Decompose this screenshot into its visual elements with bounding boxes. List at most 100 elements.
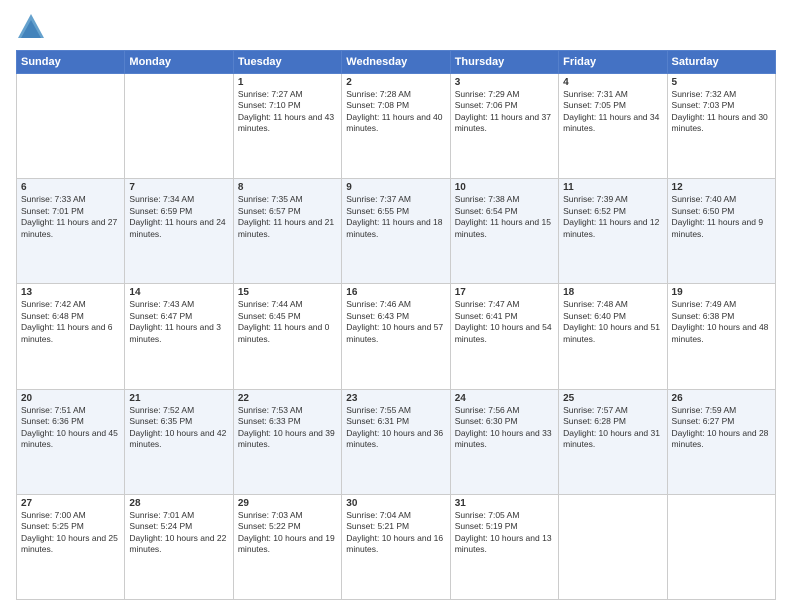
day-number: 8 bbox=[238, 182, 337, 193]
day-cell: 7Sunrise: 7:34 AMSunset: 6:59 PMDaylight… bbox=[125, 179, 233, 284]
day-info: Sunrise: 7:46 AMSunset: 6:43 PMDaylight:… bbox=[346, 299, 445, 345]
day-number: 20 bbox=[21, 393, 120, 404]
day-number: 7 bbox=[129, 182, 228, 193]
day-info: Sunrise: 7:40 AMSunset: 6:50 PMDaylight:… bbox=[672, 194, 771, 240]
day-number: 26 bbox=[672, 393, 771, 404]
day-number: 21 bbox=[129, 393, 228, 404]
day-cell: 16Sunrise: 7:46 AMSunset: 6:43 PMDayligh… bbox=[342, 284, 450, 389]
day-cell: 26Sunrise: 7:59 AMSunset: 6:27 PMDayligh… bbox=[667, 389, 775, 494]
day-info: Sunrise: 7:29 AMSunset: 7:06 PMDaylight:… bbox=[455, 89, 554, 135]
day-cell: 8Sunrise: 7:35 AMSunset: 6:57 PMDaylight… bbox=[233, 179, 341, 284]
week-row-2: 6Sunrise: 7:33 AMSunset: 7:01 PMDaylight… bbox=[17, 179, 776, 284]
day-cell: 15Sunrise: 7:44 AMSunset: 6:45 PMDayligh… bbox=[233, 284, 341, 389]
day-info: Sunrise: 7:57 AMSunset: 6:28 PMDaylight:… bbox=[563, 405, 662, 451]
day-number: 23 bbox=[346, 393, 445, 404]
week-row-4: 20Sunrise: 7:51 AMSunset: 6:36 PMDayligh… bbox=[17, 389, 776, 494]
day-cell: 12Sunrise: 7:40 AMSunset: 6:50 PMDayligh… bbox=[667, 179, 775, 284]
day-number: 27 bbox=[21, 498, 120, 509]
day-info: Sunrise: 7:32 AMSunset: 7:03 PMDaylight:… bbox=[672, 89, 771, 135]
day-number: 30 bbox=[346, 498, 445, 509]
day-cell: 23Sunrise: 7:55 AMSunset: 6:31 PMDayligh… bbox=[342, 389, 450, 494]
day-info: Sunrise: 7:43 AMSunset: 6:47 PMDaylight:… bbox=[129, 299, 228, 345]
day-number: 22 bbox=[238, 393, 337, 404]
day-number: 12 bbox=[672, 182, 771, 193]
day-info: Sunrise: 7:47 AMSunset: 6:41 PMDaylight:… bbox=[455, 299, 554, 345]
day-info: Sunrise: 7:35 AMSunset: 6:57 PMDaylight:… bbox=[238, 194, 337, 240]
day-cell: 3Sunrise: 7:29 AMSunset: 7:06 PMDaylight… bbox=[450, 74, 558, 179]
day-number: 5 bbox=[672, 77, 771, 88]
weekday-header-monday: Monday bbox=[125, 51, 233, 74]
day-cell: 2Sunrise: 7:28 AMSunset: 7:08 PMDaylight… bbox=[342, 74, 450, 179]
day-info: Sunrise: 7:28 AMSunset: 7:08 PMDaylight:… bbox=[346, 89, 445, 135]
day-cell: 19Sunrise: 7:49 AMSunset: 6:38 PMDayligh… bbox=[667, 284, 775, 389]
day-number: 6 bbox=[21, 182, 120, 193]
day-cell bbox=[125, 74, 233, 179]
day-info: Sunrise: 7:34 AMSunset: 6:59 PMDaylight:… bbox=[129, 194, 228, 240]
day-number: 19 bbox=[672, 287, 771, 298]
day-info: Sunrise: 7:49 AMSunset: 6:38 PMDaylight:… bbox=[672, 299, 771, 345]
weekday-header-tuesday: Tuesday bbox=[233, 51, 341, 74]
day-info: Sunrise: 7:04 AMSunset: 5:21 PMDaylight:… bbox=[346, 510, 445, 556]
day-number: 18 bbox=[563, 287, 662, 298]
day-number: 31 bbox=[455, 498, 554, 509]
day-number: 15 bbox=[238, 287, 337, 298]
day-cell: 25Sunrise: 7:57 AMSunset: 6:28 PMDayligh… bbox=[559, 389, 667, 494]
day-cell: 31Sunrise: 7:05 AMSunset: 5:19 PMDayligh… bbox=[450, 494, 558, 599]
day-cell: 20Sunrise: 7:51 AMSunset: 6:36 PMDayligh… bbox=[17, 389, 125, 494]
day-info: Sunrise: 7:42 AMSunset: 6:48 PMDaylight:… bbox=[21, 299, 120, 345]
day-cell bbox=[559, 494, 667, 599]
day-number: 4 bbox=[563, 77, 662, 88]
day-cell: 14Sunrise: 7:43 AMSunset: 6:47 PMDayligh… bbox=[125, 284, 233, 389]
day-number: 29 bbox=[238, 498, 337, 509]
day-number: 9 bbox=[346, 182, 445, 193]
week-row-3: 13Sunrise: 7:42 AMSunset: 6:48 PMDayligh… bbox=[17, 284, 776, 389]
day-info: Sunrise: 7:37 AMSunset: 6:55 PMDaylight:… bbox=[346, 194, 445, 240]
logo bbox=[16, 12, 50, 42]
day-info: Sunrise: 7:44 AMSunset: 6:45 PMDaylight:… bbox=[238, 299, 337, 345]
header bbox=[16, 12, 776, 42]
day-number: 14 bbox=[129, 287, 228, 298]
day-info: Sunrise: 7:27 AMSunset: 7:10 PMDaylight:… bbox=[238, 89, 337, 135]
logo-icon bbox=[16, 12, 46, 42]
weekday-header-friday: Friday bbox=[559, 51, 667, 74]
day-info: Sunrise: 7:48 AMSunset: 6:40 PMDaylight:… bbox=[563, 299, 662, 345]
day-number: 10 bbox=[455, 182, 554, 193]
day-number: 28 bbox=[129, 498, 228, 509]
day-info: Sunrise: 7:39 AMSunset: 6:52 PMDaylight:… bbox=[563, 194, 662, 240]
day-number: 2 bbox=[346, 77, 445, 88]
day-cell bbox=[667, 494, 775, 599]
day-cell: 4Sunrise: 7:31 AMSunset: 7:05 PMDaylight… bbox=[559, 74, 667, 179]
day-number: 3 bbox=[455, 77, 554, 88]
day-cell: 9Sunrise: 7:37 AMSunset: 6:55 PMDaylight… bbox=[342, 179, 450, 284]
day-cell: 11Sunrise: 7:39 AMSunset: 6:52 PMDayligh… bbox=[559, 179, 667, 284]
day-info: Sunrise: 7:33 AMSunset: 7:01 PMDaylight:… bbox=[21, 194, 120, 240]
day-cell: 29Sunrise: 7:03 AMSunset: 5:22 PMDayligh… bbox=[233, 494, 341, 599]
day-cell: 27Sunrise: 7:00 AMSunset: 5:25 PMDayligh… bbox=[17, 494, 125, 599]
day-number: 16 bbox=[346, 287, 445, 298]
weekday-header-wednesday: Wednesday bbox=[342, 51, 450, 74]
weekday-header-row: SundayMondayTuesdayWednesdayThursdayFrid… bbox=[17, 51, 776, 74]
day-info: Sunrise: 7:00 AMSunset: 5:25 PMDaylight:… bbox=[21, 510, 120, 556]
day-cell: 18Sunrise: 7:48 AMSunset: 6:40 PMDayligh… bbox=[559, 284, 667, 389]
day-info: Sunrise: 7:03 AMSunset: 5:22 PMDaylight:… bbox=[238, 510, 337, 556]
day-number: 17 bbox=[455, 287, 554, 298]
day-info: Sunrise: 7:31 AMSunset: 7:05 PMDaylight:… bbox=[563, 89, 662, 135]
day-number: 11 bbox=[563, 182, 662, 193]
week-row-5: 27Sunrise: 7:00 AMSunset: 5:25 PMDayligh… bbox=[17, 494, 776, 599]
day-number: 25 bbox=[563, 393, 662, 404]
day-cell: 30Sunrise: 7:04 AMSunset: 5:21 PMDayligh… bbox=[342, 494, 450, 599]
day-info: Sunrise: 7:53 AMSunset: 6:33 PMDaylight:… bbox=[238, 405, 337, 451]
page: SundayMondayTuesdayWednesdayThursdayFrid… bbox=[0, 0, 792, 612]
day-cell: 21Sunrise: 7:52 AMSunset: 6:35 PMDayligh… bbox=[125, 389, 233, 494]
day-info: Sunrise: 7:51 AMSunset: 6:36 PMDaylight:… bbox=[21, 405, 120, 451]
day-info: Sunrise: 7:55 AMSunset: 6:31 PMDaylight:… bbox=[346, 405, 445, 451]
day-info: Sunrise: 7:01 AMSunset: 5:24 PMDaylight:… bbox=[129, 510, 228, 556]
day-info: Sunrise: 7:52 AMSunset: 6:35 PMDaylight:… bbox=[129, 405, 228, 451]
day-cell: 17Sunrise: 7:47 AMSunset: 6:41 PMDayligh… bbox=[450, 284, 558, 389]
week-row-1: 1Sunrise: 7:27 AMSunset: 7:10 PMDaylight… bbox=[17, 74, 776, 179]
day-cell: 6Sunrise: 7:33 AMSunset: 7:01 PMDaylight… bbox=[17, 179, 125, 284]
day-cell: 13Sunrise: 7:42 AMSunset: 6:48 PMDayligh… bbox=[17, 284, 125, 389]
day-cell bbox=[17, 74, 125, 179]
day-cell: 24Sunrise: 7:56 AMSunset: 6:30 PMDayligh… bbox=[450, 389, 558, 494]
day-info: Sunrise: 7:38 AMSunset: 6:54 PMDaylight:… bbox=[455, 194, 554, 240]
